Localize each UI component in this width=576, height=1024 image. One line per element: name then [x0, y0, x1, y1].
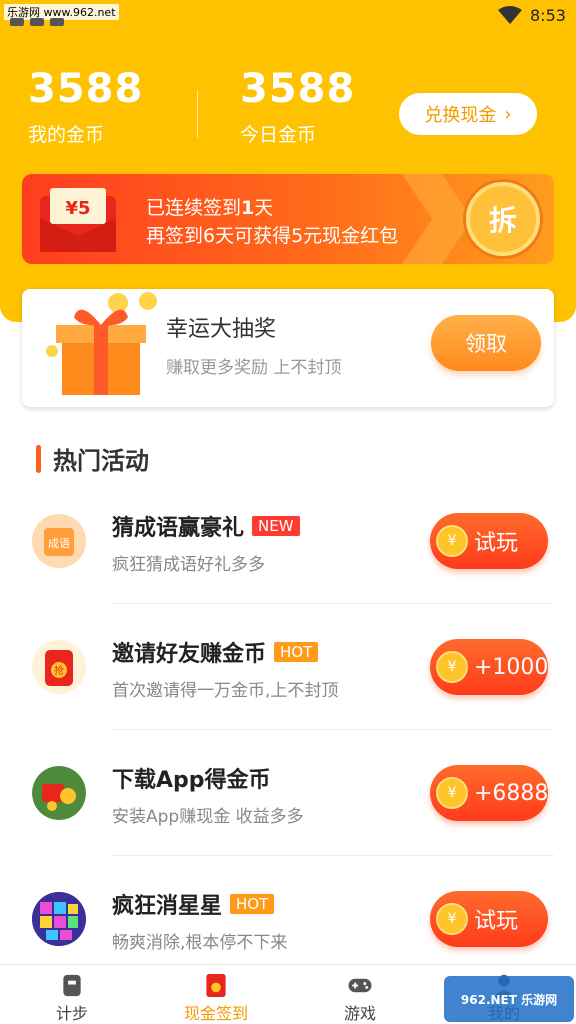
activity-button-label: +6888 — [474, 780, 549, 806]
notification-icons — [10, 18, 64, 26]
watermark-bottom: 962.NET 乐游网 — [444, 976, 574, 1022]
activity-play-button[interactable]: ¥ 试玩 — [430, 891, 548, 947]
divider — [112, 603, 554, 604]
activity-button-label: 试玩 — [474, 531, 519, 556]
today-coins: 3588 今日金币 — [240, 66, 355, 147]
claim-button[interactable]: 领取 — [431, 315, 541, 371]
signin-line2: 再签到6天可获得5元现金红包 — [146, 225, 399, 247]
lottery-title: 幸运大抽奖 — [166, 317, 277, 342]
my-coins-value: 3588 — [28, 66, 144, 112]
activity-title-text: 疯狂消星星 — [112, 894, 223, 919]
new-badge: NEW — [252, 516, 300, 536]
activity-subtitle: 首次邀请得一万金币,上不封顶 — [112, 681, 339, 701]
gamepad-icon — [348, 978, 372, 993]
chevron-right-icon: › — [504, 103, 512, 125]
red-packet-icon: 抢 — [32, 640, 86, 694]
signin-banner[interactable]: ¥5 已连续签到1天 再签到6天可获得5元现金红包 拆 — [22, 174, 554, 264]
coin-icon: ¥ — [436, 651, 468, 683]
lottery-subtitle: 赚取更多奖励 上不封顶 — [166, 358, 342, 378]
activity-title-text: 邀请好友赚金币 — [112, 642, 267, 667]
activity-item[interactable]: 抢 邀请好友赚金币 HOT 首次邀请得一万金币,上不封顶 ¥ +10000 — [0, 606, 576, 732]
signin-line1-prefix: 已连续签到 — [146, 197, 242, 219]
activity-title: 邀请好友赚金币 HOT — [112, 636, 319, 668]
my-coins: 3588 我的金币 — [28, 66, 143, 147]
activity-subtitle: 安装App赚现金 收益多多 — [112, 807, 304, 827]
activity-item[interactable]: 成语 猜成语赢豪礼 NEW 疯狂猜成语好礼多多 ¥ 试玩 — [0, 480, 576, 606]
svg-text:成语: 成语 — [48, 537, 70, 550]
nav-label: 计步 — [55, 1004, 88, 1023]
today-coins-value: 3588 — [240, 66, 356, 112]
activity-item[interactable]: 下载App得金币 安装App赚现金 收益多多 ¥ +6888 — [0, 732, 576, 858]
coins-divider — [197, 90, 198, 138]
activity-title-text: 下载App得金币 — [112, 768, 271, 793]
gift-box-icon — [46, 292, 157, 395]
signin-days: 1 — [241, 197, 255, 219]
download-app-icon — [32, 766, 86, 820]
nav-item-cash-signin[interactable]: 现金签到 — [144, 965, 288, 1024]
activity-title-text: 猜成语赢豪礼 — [112, 516, 245, 541]
clock: 8:53 — [530, 6, 566, 25]
section-header: 热门活动 — [36, 441, 149, 476]
coin-icon: ¥ — [436, 525, 468, 557]
nav-item-steps[interactable]: 计步 — [0, 965, 144, 1024]
signin-line1-suffix: 天 — [254, 197, 274, 219]
hot-badge: HOT — [274, 642, 319, 662]
activity-subtitle: 畅爽消除,根本停不下来 — [112, 933, 288, 953]
my-coins-label: 我的金币 — [28, 124, 105, 146]
hot-badge: HOT — [230, 894, 275, 914]
activity-title: 猜成语赢豪礼 NEW — [112, 510, 300, 542]
divider — [112, 729, 554, 730]
envelope-amount: ¥5 — [65, 198, 90, 219]
coin-icon: ¥ — [436, 903, 468, 935]
section-accent-bar — [36, 444, 41, 473]
lottery-card: 幸运大抽奖 赚取更多奖励 上不封顶 领取 — [22, 289, 554, 407]
status-bar: 乐游网 www.962.net 8:53 — [0, 0, 576, 32]
red-envelope-icon: ¥5 — [40, 188, 116, 252]
activity-title: 下载App得金币 — [112, 762, 271, 794]
svg-text:抢: 抢 — [54, 664, 64, 677]
activity-reward-button[interactable]: ¥ +6888 — [430, 765, 548, 821]
exchange-cash-label: 兑换现金 — [424, 105, 497, 126]
nav-label: 游戏 — [343, 1004, 376, 1023]
activity-subtitle: 疯狂猜成语好礼多多 — [112, 555, 265, 575]
exchange-cash-button[interactable]: 兑换现金 › — [399, 93, 537, 135]
nav-label: 现金签到 — [183, 1004, 248, 1023]
activity-reward-button[interactable]: ¥ +10000 — [430, 639, 562, 695]
activity-title: 疯狂消星星 HOT — [112, 888, 275, 920]
wifi-icon — [498, 6, 522, 24]
today-coins-label: 今日金币 — [240, 124, 317, 146]
header-background — [0, 0, 576, 322]
nav-item-games[interactable]: 游戏 — [288, 965, 432, 1024]
divider — [112, 855, 554, 856]
coin-icon: ¥ — [436, 777, 468, 809]
star-game-icon — [32, 892, 86, 946]
signin-text: 已连续签到1天 再签到6天可获得5元现金红包 — [146, 194, 398, 250]
activity-button-label: +10000 — [474, 654, 563, 680]
activity-play-button[interactable]: ¥ 试玩 — [430, 513, 548, 569]
steps-icon — [63, 974, 81, 997]
idiom-game-icon: 成语 — [32, 514, 86, 568]
activity-button-label: 试玩 — [474, 909, 519, 934]
red-envelope-icon — [206, 973, 226, 998]
section-title: 热门活动 — [53, 447, 149, 475]
chevron-decoration-icon — [402, 174, 472, 264]
open-envelope-button[interactable]: 拆 — [466, 182, 540, 256]
